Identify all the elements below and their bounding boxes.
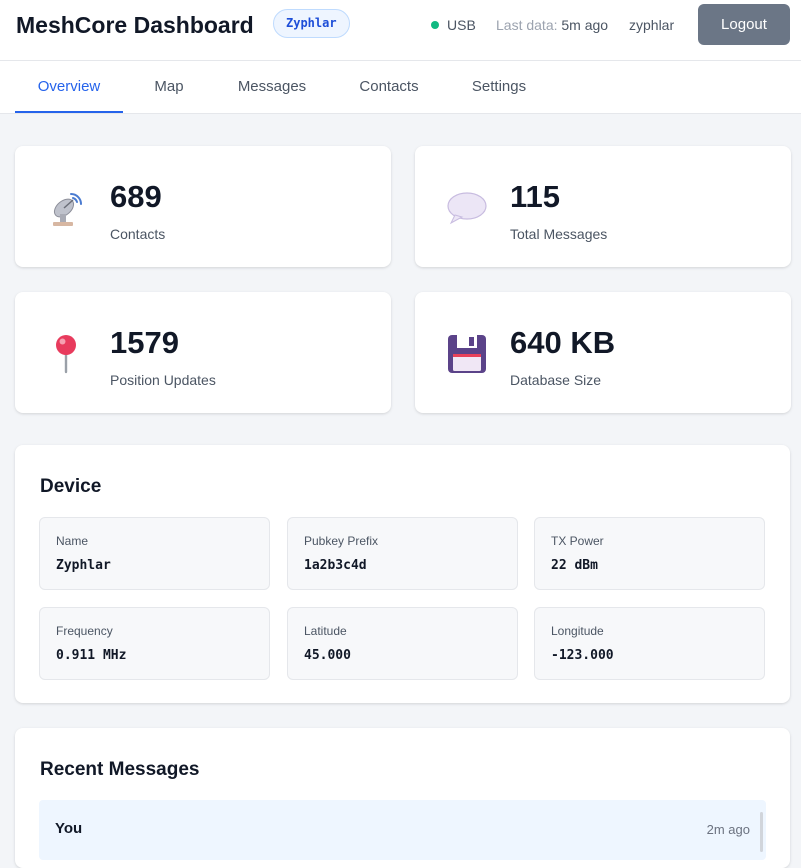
stat-label: Position Updates	[110, 372, 216, 388]
tab-overview[interactable]: Overview	[15, 61, 123, 113]
device-section-title: Device	[40, 476, 102, 497]
message-item[interactable]: You 2m ago	[39, 800, 766, 860]
device-card: Device Name Zyphlar Pubkey Prefix 1a2b3c…	[15, 445, 790, 703]
stat-card-position-updates: 1579 Position Updates	[15, 292, 391, 413]
field-value: -123.000	[551, 648, 614, 663]
device-field-longitude: Longitude -123.000	[534, 607, 765, 680]
device-name-badge: Zyphlar	[273, 9, 350, 38]
field-label: TX Power	[551, 534, 604, 548]
app-header: MeshCore Dashboard Zyphlar USB Last data…	[0, 0, 801, 61]
last-data-status: Last data: 5m ago	[496, 17, 608, 33]
tab-contacts[interactable]: Contacts	[355, 61, 423, 113]
tab-map[interactable]: Map	[143, 61, 195, 113]
field-value: Zyphlar	[56, 558, 111, 573]
stat-label: Contacts	[110, 226, 166, 242]
field-label: Frequency	[56, 624, 113, 638]
connection-status-dot-icon	[431, 21, 439, 29]
field-value: 0.911 MHz	[56, 648, 127, 663]
last-data-label: Last data:	[496, 17, 558, 33]
message-time: 2m ago	[706, 822, 750, 837]
field-label: Pubkey Prefix	[304, 534, 379, 548]
app-title: MeshCore Dashboard	[16, 12, 254, 38]
satellite-dish-icon	[53, 193, 82, 226]
last-data-value: 5m ago	[561, 17, 609, 33]
device-field-tx-power: TX Power 22 dBm	[534, 517, 765, 590]
tab-settings[interactable]: Settings	[467, 61, 531, 113]
field-label: Name	[56, 534, 89, 548]
stat-card-total-messages: 115 Total Messages	[415, 146, 791, 267]
device-field-frequency: Frequency 0.911 MHz	[39, 607, 270, 680]
tab-messages[interactable]: Messages	[233, 61, 311, 113]
field-label: Longitude	[551, 624, 604, 638]
stat-value: 689	[110, 179, 162, 214]
field-label: Latitude	[304, 624, 347, 638]
device-field-pubkey-prefix: Pubkey Prefix 1a2b3c4d	[287, 517, 518, 590]
connection-type: USB	[447, 17, 476, 33]
username: zyphlar	[629, 17, 675, 33]
nav-tabs: Overview Map Messages Contacts Settings	[0, 61, 801, 114]
stat-value: 115	[510, 179, 561, 214]
stat-card-database-size: 640 KB Database Size	[415, 292, 791, 413]
field-value: 45.000	[304, 648, 351, 663]
recent-messages-card: Recent Messages You 2m ago	[15, 728, 790, 868]
message-sender: You	[55, 820, 83, 837]
stat-label: Total Messages	[510, 226, 608, 242]
recent-messages-title: Recent Messages	[40, 759, 200, 780]
device-field-latitude: Latitude 45.000	[287, 607, 518, 680]
pushpin-icon	[56, 335, 76, 374]
field-value: 22 dBm	[551, 558, 598, 573]
stat-value: 1579	[110, 325, 179, 360]
floppy-disk-icon	[448, 335, 486, 373]
stat-value: 640 KB	[510, 325, 616, 360]
field-value: 1a2b3c4d	[304, 558, 367, 573]
message-list-scrollbar[interactable]	[760, 812, 763, 852]
logout-button[interactable]: Logout	[698, 4, 790, 45]
stat-label: Database Size	[510, 372, 602, 388]
device-field-name: Name Zyphlar	[39, 517, 270, 590]
stat-card-contacts: 689 Contacts	[15, 146, 391, 267]
speech-bubble-icon	[447, 192, 487, 225]
